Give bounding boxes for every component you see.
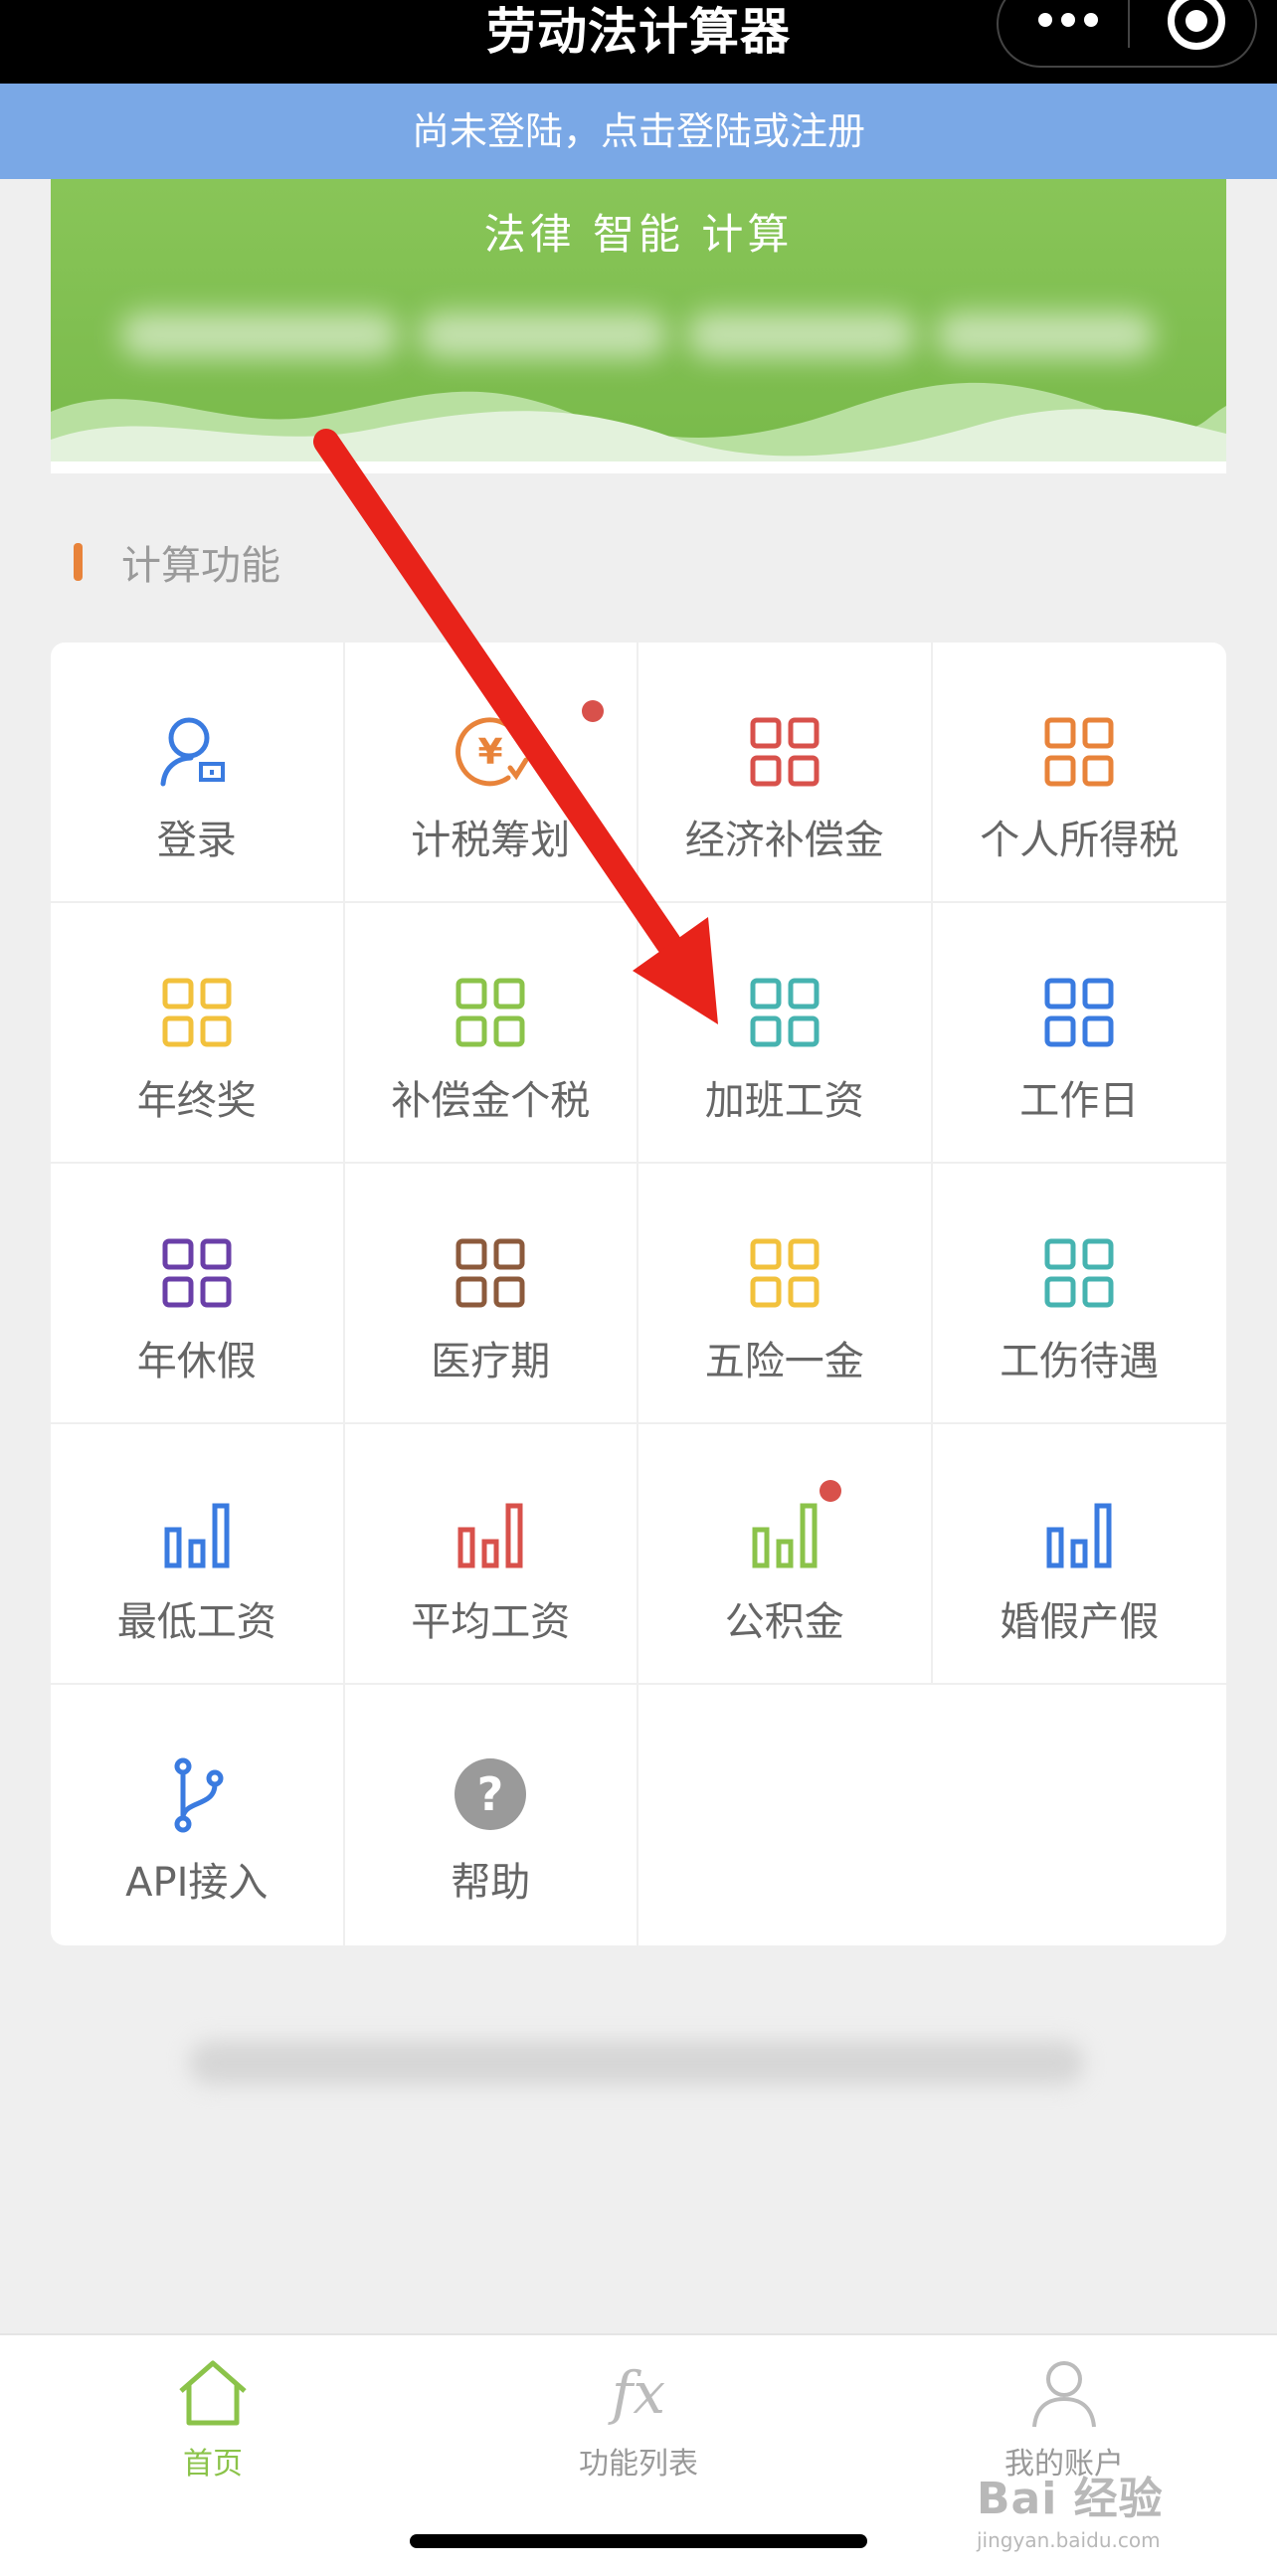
grid-item-income-tax[interactable]: 个人所得税 xyxy=(932,643,1226,903)
grid-item-tax-planning[interactable]: ¥ 计税筹划 xyxy=(344,643,638,903)
hero-banner: 法律 智能 计算 xyxy=(51,135,1226,473)
grid-item-compensation-tax[interactable]: 补偿金个税 xyxy=(344,903,638,1164)
grid-item-overtime-pay[interactable]: 加班工资 xyxy=(638,903,933,1164)
grid-icon xyxy=(1044,717,1114,787)
grid-item-average-wage[interactable]: 平均工资 xyxy=(344,1424,638,1685)
grid-icon xyxy=(456,1238,525,1308)
target-icon[interactable] xyxy=(1168,0,1225,50)
grid-item-medical-period[interactable]: 医疗期 xyxy=(344,1164,638,1424)
grid-item-label: 补偿金个税 xyxy=(391,1078,591,1124)
home-icon xyxy=(179,2360,247,2426)
user-login-icon xyxy=(160,717,225,787)
grid-item-label: 医疗期 xyxy=(431,1339,551,1384)
tab-function-list[interactable]: fx 功能列表 xyxy=(489,2355,788,2483)
grid-item-annual-leave[interactable]: 年休假 xyxy=(51,1164,345,1424)
notification-badge xyxy=(820,1480,841,1502)
svg-text:?: ? xyxy=(477,1767,504,1821)
grid-item-economic-compensation[interactable]: 经济补偿金 xyxy=(638,643,933,903)
grid-item-workday[interactable]: 工作日 xyxy=(932,903,1226,1164)
bar-chart-icon xyxy=(164,1503,230,1568)
grid-item-minimum-wage[interactable]: 最低工资 xyxy=(51,1424,345,1685)
grid-item-label: 经济补偿金 xyxy=(684,818,884,863)
branch-icon xyxy=(174,1757,224,1833)
grid-icon xyxy=(750,978,820,1047)
login-banner[interactable]: 尚未登陆，点击登陆或注册 xyxy=(0,84,1277,179)
grid-icon xyxy=(162,1238,232,1308)
home-indicator xyxy=(410,2534,867,2548)
bar-chart-icon xyxy=(457,1503,523,1568)
baidu-watermark: Bai 经验 jingyan.baidu.com xyxy=(977,2463,1215,2552)
tax-yen-icon: ¥ xyxy=(456,717,529,787)
hero-wave-decoration xyxy=(51,382,1226,473)
watermark-url: jingyan.baidu.com xyxy=(977,2528,1161,2552)
hero-title: 法律 智能 计算 xyxy=(483,210,794,259)
grid-icon xyxy=(750,717,820,787)
grid-item-marriage-maternity-leave[interactable]: 婚假产假 xyxy=(932,1424,1226,1685)
hero-blurred-text xyxy=(419,312,667,358)
grid-item-label: 登录 xyxy=(156,818,237,863)
grid-icon xyxy=(162,978,232,1047)
grid-item-housing-fund[interactable]: 公积金 xyxy=(638,1424,933,1685)
grid-icon xyxy=(1044,1238,1114,1308)
hero-blurred-text xyxy=(687,312,916,358)
app-screen: 劳动法计算器 尚未登陆，点击登陆或注册 法律 智能 计算 计算功能 登录 ¥ 计… xyxy=(0,0,1277,2576)
grid-item-label: 公积金 xyxy=(724,1599,844,1645)
tab-label: 功能列表 xyxy=(579,2447,698,2482)
section-title: 计算功能 xyxy=(121,543,280,589)
grid-item-social-insurance[interactable]: 五险一金 xyxy=(638,1164,933,1424)
grid-item-label: 婚假产假 xyxy=(1000,1599,1160,1645)
grid-item-label: 加班工资 xyxy=(704,1078,864,1124)
capsule-divider xyxy=(1128,0,1130,48)
grid-item-label: 工伤待遇 xyxy=(1000,1339,1160,1384)
grid-item-label: 平均工资 xyxy=(411,1599,571,1645)
watermark-main: Bai 经验 xyxy=(977,2474,1164,2524)
grid-empty-cell xyxy=(638,1685,1226,1945)
notification-badge xyxy=(581,700,604,722)
nav-bar: 劳动法计算器 xyxy=(0,0,1277,84)
hero-blurred-text xyxy=(936,312,1155,358)
user-icon xyxy=(1032,2361,1096,2428)
grid-item-label: 最低工资 xyxy=(116,1599,276,1645)
grid-item-label: 个人所得税 xyxy=(980,818,1180,863)
tab-home[interactable]: 首页 xyxy=(64,2355,362,2483)
grid-item-label: 年终奖 xyxy=(136,1078,257,1124)
bar-chart-icon xyxy=(1046,1503,1112,1568)
grid-item-login[interactable]: 登录 xyxy=(51,643,345,903)
function-grid: 登录 ¥ 计税筹划 经济补偿金 个人所得税 年终奖 补偿金个税 加班工资 工作日… xyxy=(51,643,1226,1945)
grid-item-label: 工作日 xyxy=(1019,1078,1140,1124)
question-icon: ? xyxy=(455,1758,527,1830)
section-accent-bar xyxy=(74,543,83,581)
grid-item-label: API接入 xyxy=(125,1860,269,1906)
svg-text:¥: ¥ xyxy=(478,732,503,773)
grid-item-api[interactable]: API接入 xyxy=(51,1685,345,1945)
grid-item-label: 五险一金 xyxy=(704,1339,864,1384)
mini-program-capsule xyxy=(997,0,1257,68)
grid-item-label: 帮助 xyxy=(451,1860,531,1906)
grid-icon xyxy=(456,978,525,1047)
blurred-footer-text xyxy=(189,2041,1084,2085)
more-dots-icon[interactable] xyxy=(1038,0,1098,40)
tab-label: 首页 xyxy=(183,2447,243,2482)
grid-item-label: 年休假 xyxy=(136,1339,257,1384)
grid-item-help[interactable]: ? 帮助 xyxy=(345,1685,638,1945)
grid-item-year-end-bonus[interactable]: 年终奖 xyxy=(51,903,345,1164)
grid-item-label: 计税筹划 xyxy=(411,818,571,863)
hero-blurred-text xyxy=(120,312,399,358)
grid-icon xyxy=(1044,978,1114,1047)
fx-icon: fx xyxy=(611,2359,666,2427)
bar-chart-icon xyxy=(752,1503,818,1568)
grid-item-injury-benefits[interactable]: 工伤待遇 xyxy=(932,1164,1226,1424)
grid-icon xyxy=(750,1238,820,1308)
